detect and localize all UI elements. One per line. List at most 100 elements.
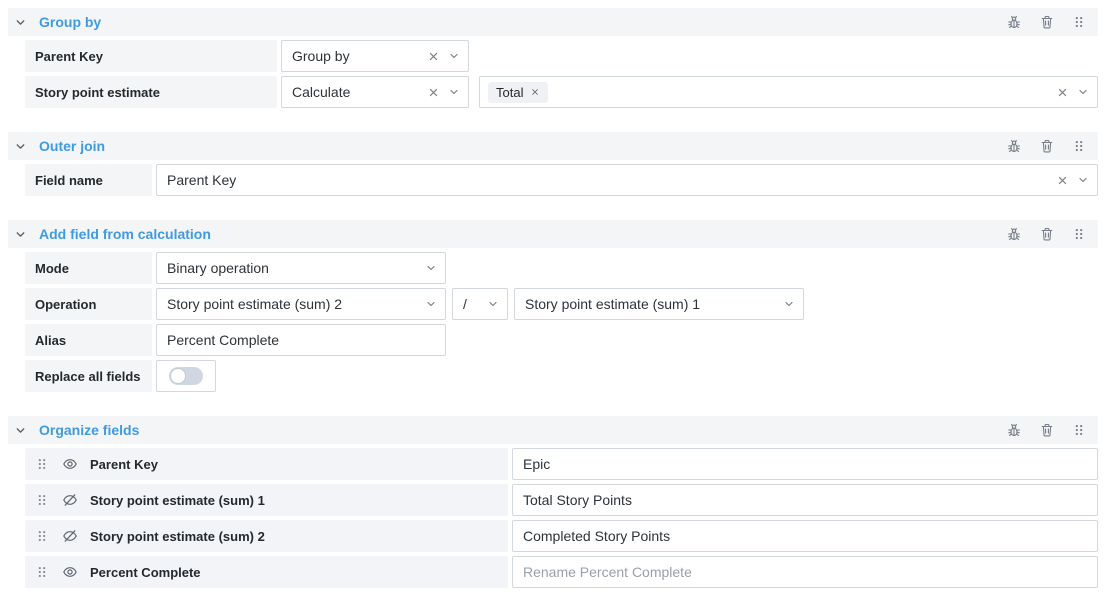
field-name-label: Story point estimate (sum) 2 xyxy=(90,529,265,544)
toggle-knob[interactable] xyxy=(170,368,186,384)
alias-input[interactable] xyxy=(156,324,446,356)
trash-icon[interactable] xyxy=(1039,138,1055,154)
transform-actions xyxy=(1006,422,1086,438)
transform-header-add-field[interactable]: Add field from calculation xyxy=(8,220,1098,248)
clear-icon[interactable] xyxy=(427,50,440,63)
transform-section-group-by: Group by Parent Key Group by Story p xyxy=(8,8,1098,108)
group-by-action-select[interactable]: Group by xyxy=(281,40,469,72)
drag-handle-icon[interactable] xyxy=(35,529,49,543)
field-name-box: Percent Complete xyxy=(25,556,508,588)
transform-title[interactable]: Organize fields xyxy=(39,422,139,438)
field-label: Mode xyxy=(25,252,152,284)
clear-icon[interactable] xyxy=(1056,174,1069,187)
group-by-row-parent-key: Parent Key Group by xyxy=(25,40,1098,72)
add-field-row-replace: Replace all fields xyxy=(25,360,1098,392)
drag-handle-icon[interactable] xyxy=(1072,15,1086,29)
debug-icon[interactable] xyxy=(1006,138,1022,154)
operator-select[interactable]: / xyxy=(452,288,508,320)
organize-field-row: Parent Key xyxy=(25,448,1098,480)
transform-actions xyxy=(1006,226,1086,242)
join-field-select[interactable]: Parent Key xyxy=(156,164,1098,196)
debug-icon[interactable] xyxy=(1006,226,1022,242)
add-field-row-mode: Mode Binary operation xyxy=(25,252,1098,284)
calculate-action-select[interactable]: Calculate xyxy=(281,76,469,108)
transform-title[interactable]: Add field from calculation xyxy=(39,226,211,242)
select-value: Group by xyxy=(292,48,350,64)
field-name-label: Percent Complete xyxy=(90,565,201,580)
collapse-chevron-icon[interactable] xyxy=(14,140,27,153)
select-value: Binary operation xyxy=(167,260,269,276)
chevron-down-icon[interactable] xyxy=(425,262,437,274)
field-label: Field name xyxy=(25,164,152,196)
drag-handle-icon[interactable] xyxy=(1072,423,1086,437)
chevron-down-icon[interactable] xyxy=(783,298,795,310)
calculations-multiselect[interactable]: Total xyxy=(479,76,1098,108)
field-label: Operation xyxy=(25,288,152,320)
collapse-chevron-icon[interactable] xyxy=(14,228,27,241)
transform-section-organize-fields: Organize fields Parent Key Story point e… xyxy=(8,416,1098,588)
chevron-down-icon[interactable] xyxy=(448,86,460,98)
rename-field-input[interactable] xyxy=(512,448,1098,480)
eye-slash-icon[interactable] xyxy=(62,528,78,544)
select-value: Story point estimate (sum) 2 xyxy=(167,296,342,312)
tag-remove-icon[interactable] xyxy=(530,87,540,97)
transform-section-outer-join: Outer join Field name Parent Key xyxy=(8,132,1098,196)
debug-icon[interactable] xyxy=(1006,422,1022,438)
transform-header-outer-join[interactable]: Outer join xyxy=(8,132,1098,160)
transform-header-organize-fields[interactable]: Organize fields xyxy=(8,416,1098,444)
replace-all-fields-toggle[interactable] xyxy=(156,360,216,392)
transform-section-add-field: Add field from calculation Mode Binary o… xyxy=(8,220,1098,392)
operand-right-select[interactable]: Story point estimate (sum) 1 xyxy=(514,288,804,320)
drag-handle-icon[interactable] xyxy=(35,565,49,579)
select-value: Story point estimate (sum) 1 xyxy=(525,296,700,312)
field-label: Alias xyxy=(25,324,152,356)
field-name-box: Story point estimate (sum) 2 xyxy=(25,520,508,552)
organize-field-row: Percent Complete xyxy=(25,556,1098,588)
eye-slash-icon[interactable] xyxy=(62,492,78,508)
collapse-chevron-icon[interactable] xyxy=(14,16,27,29)
rename-field-input[interactable] xyxy=(512,520,1098,552)
drag-handle-icon[interactable] xyxy=(1072,139,1086,153)
select-value: / xyxy=(463,296,467,312)
chevron-down-icon[interactable] xyxy=(487,298,499,310)
trash-icon[interactable] xyxy=(1039,226,1055,242)
mode-select[interactable]: Binary operation xyxy=(156,252,446,284)
transformations-panel: Group by Parent Key Group by Story p xyxy=(0,0,1106,607)
transform-title[interactable]: Outer join xyxy=(39,138,105,154)
chevron-down-icon[interactable] xyxy=(425,298,437,310)
field-label: Replace all fields xyxy=(25,360,152,392)
clear-icon[interactable] xyxy=(1056,86,1069,99)
clear-icon[interactable] xyxy=(427,86,440,99)
chevron-down-icon[interactable] xyxy=(1077,86,1089,98)
field-name-label: Story point estimate (sum) 1 xyxy=(90,493,265,508)
transform-title[interactable]: Group by xyxy=(39,14,101,30)
trash-icon[interactable] xyxy=(1039,422,1055,438)
tag-label: Total xyxy=(496,85,523,100)
outer-join-row-field-name: Field name Parent Key xyxy=(25,164,1098,196)
drag-handle-icon[interactable] xyxy=(35,493,49,507)
chevron-down-icon[interactable] xyxy=(1077,174,1089,186)
operand-left-select[interactable]: Story point estimate (sum) 2 xyxy=(156,288,446,320)
chevron-down-icon[interactable] xyxy=(448,50,460,62)
organize-field-row: Story point estimate (sum) 2 xyxy=(25,520,1098,552)
collapse-chevron-icon[interactable] xyxy=(14,424,27,437)
calculation-tag: Total xyxy=(488,82,548,103)
transform-actions xyxy=(1006,138,1086,154)
field-name-label: Parent Key xyxy=(90,457,158,472)
transform-header-group-by[interactable]: Group by xyxy=(8,8,1098,36)
rename-field-input[interactable] xyxy=(512,484,1098,516)
eye-icon[interactable] xyxy=(62,564,78,580)
transform-actions xyxy=(1006,14,1086,30)
toggle-track[interactable] xyxy=(169,367,203,385)
field-label: Story point estimate xyxy=(25,76,277,108)
drag-handle-icon[interactable] xyxy=(35,457,49,471)
eye-icon[interactable] xyxy=(62,456,78,472)
field-name-box: Parent Key xyxy=(25,448,508,480)
rename-field-input[interactable] xyxy=(512,556,1098,588)
select-value: Calculate xyxy=(292,84,350,100)
add-field-row-operation: Operation Story point estimate (sum) 2 /… xyxy=(25,288,1098,320)
drag-handle-icon[interactable] xyxy=(1072,227,1086,241)
trash-icon[interactable] xyxy=(1039,14,1055,30)
add-field-row-alias: Alias xyxy=(25,324,1098,356)
debug-icon[interactable] xyxy=(1006,14,1022,30)
